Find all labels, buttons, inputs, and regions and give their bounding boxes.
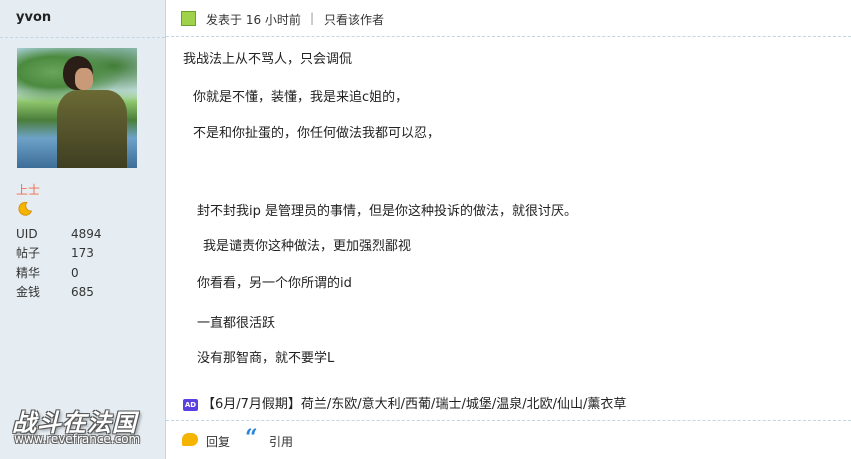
stat-label: 精华 xyxy=(16,265,41,280)
post-line: 你就是不懂，装懂，我是来追c姐的， xyxy=(193,90,409,105)
stat-label: 金钱 xyxy=(16,284,41,299)
author-sidebar: yvon 上士 UID 4894 帖子 173 精华 0 金钱 685 xyxy=(0,0,166,459)
post-header: 发表于 16 小时前 | 只看该作者 xyxy=(166,0,851,37)
post-line: 封不封我ip 是管理员的事情，但是你这种投诉的做法，就很讨厌。 xyxy=(197,204,577,219)
sidebar-divider xyxy=(0,37,165,38)
post-line: 一直都很活跃 xyxy=(197,316,276,331)
site-watermark: 战斗在法国 www.revefrance.com xyxy=(12,403,162,453)
stat-value[interactable]: 4894 xyxy=(71,225,102,244)
watermark-url: www.revefrance.com xyxy=(14,432,141,446)
post-line: 你看看，另一个你所谓的id xyxy=(197,276,352,291)
author-rank: 上士 xyxy=(16,183,41,197)
stat-value[interactable]: 0 xyxy=(71,264,79,283)
stat-digest: 精华 0 xyxy=(16,264,102,283)
stat-money: 金钱 685 xyxy=(16,283,102,302)
stat-uid: UID 4894 xyxy=(16,225,102,244)
post-line: 我战法上从不骂人，只会调侃 xyxy=(183,52,353,67)
stat-label: UID xyxy=(16,227,38,241)
author-username[interactable]: yvon xyxy=(16,10,51,25)
reply-button[interactable]: 回复 xyxy=(206,433,230,450)
reply-icon[interactable] xyxy=(182,433,198,446)
post-line: 没有那智商，就不要学L xyxy=(197,351,335,366)
avatar-body xyxy=(57,90,127,168)
view-author-only-link[interactable]: 只看该作者 xyxy=(324,11,384,28)
quote-button[interactable]: 引用 xyxy=(269,433,293,450)
avatar-face xyxy=(75,68,93,90)
post-line: 不是和你扯蛋的，你任何做法我都可以忍， xyxy=(193,126,441,141)
online-status-icon xyxy=(181,11,196,26)
avatar[interactable] xyxy=(17,48,137,168)
quote-icon[interactable]: “ xyxy=(245,427,258,449)
post-actions: 回复 “ 引用 xyxy=(166,420,851,459)
ad-link[interactable]: AD 【6月/7月假期】荷兰/东欧/意大利/西葡/瑞士/城堡/温泉/北欧/仙山/薰… xyxy=(183,393,626,412)
stat-label: 帖子 xyxy=(16,246,41,261)
header-separator: | xyxy=(310,11,315,25)
post-time: 发表于 16 小时前 xyxy=(206,13,301,27)
post-line: 我是谴责你这种做法，更加强烈鄙视 xyxy=(203,239,412,254)
ad-badge-icon: AD xyxy=(183,399,198,411)
stat-value: 685 xyxy=(71,284,94,299)
stat-posts: 帖子 173 xyxy=(16,244,102,263)
author-stats: UID 4894 帖子 173 精华 0 金钱 685 xyxy=(16,225,102,302)
stat-value[interactable]: 173 xyxy=(71,244,94,263)
moon-icon xyxy=(18,201,33,216)
ad-text[interactable]: 【6月/7月假期】荷兰/东欧/意大利/西葡/瑞士/城堡/温泉/北欧/仙山/薰衣草 xyxy=(202,397,626,412)
